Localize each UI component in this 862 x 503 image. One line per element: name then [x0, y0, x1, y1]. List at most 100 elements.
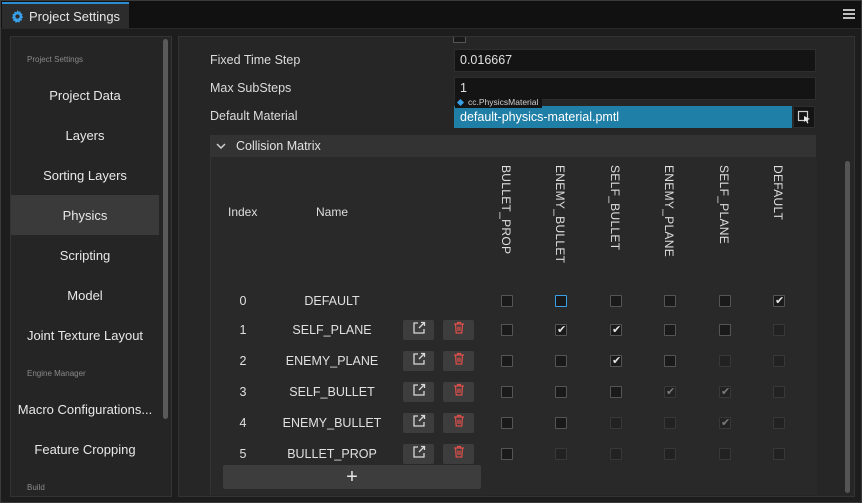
edit-group-button[interactable] [403, 351, 434, 371]
collision-checkbox[interactable] [501, 324, 513, 336]
collision-checkbox [555, 448, 567, 460]
edit-group-button[interactable] [403, 444, 434, 464]
gear-icon [11, 9, 24, 23]
edit-icon [412, 414, 426, 433]
edit-icon [412, 445, 426, 464]
row-index: 2 [239, 354, 247, 368]
fixed-time-step-label: Fixed Time Step [210, 53, 301, 67]
settings-sidebar: Project Settings Project Data Layers Sortin… [10, 36, 172, 497]
add-label: + [346, 466, 358, 488]
collision-matrix-title: Collision Matrix [236, 139, 321, 153]
column-label: BULLET_PROP [499, 165, 513, 255]
sidebar-item-scripting[interactable]: Scripting [11, 235, 159, 275]
collision-checkbox [773, 448, 785, 460]
collision-checkbox[interactable] [664, 355, 676, 367]
row-index: 0 [239, 294, 247, 308]
check-icon: ✔ [721, 386, 731, 398]
check-icon: ✔ [612, 324, 622, 336]
collision-checkbox [610, 417, 622, 429]
sidebar-item-feature-cropping[interactable]: Feature Cropping [11, 429, 159, 469]
asset-picker-icon [797, 110, 810, 124]
collision-checkbox[interactable] [555, 355, 567, 367]
collision-checkbox[interactable] [501, 448, 513, 460]
sidebar-item-model[interactable]: Model [11, 275, 159, 315]
collision-checkbox[interactable] [664, 295, 676, 307]
collision-checkbox [610, 448, 622, 460]
collision-checkbox: ✔ [719, 386, 731, 398]
physics-panel: Fixed Time Step 0.016667 Max SubSteps 1 … [178, 36, 855, 497]
menu-icon[interactable] [843, 9, 855, 19]
collision-checkbox[interactable] [555, 417, 567, 429]
sidebar-heading: Project Settings [27, 55, 84, 64]
row-index: 1 [239, 323, 247, 337]
matrix-column-bullet-prop: BULLET_PROP [499, 157, 519, 287]
edit-group-button[interactable] [403, 320, 434, 340]
project-settings-window: Project Settings Project Settings Project… [0, 0, 862, 503]
column-label: SELF_PLANE [717, 165, 731, 245]
collision-checkbox[interactable] [501, 417, 513, 429]
sidebar-item-project-data[interactable]: Project Data [11, 75, 159, 115]
collision-checkbox [773, 386, 785, 398]
collision-checkbox[interactable]: ✔ [610, 355, 622, 367]
collision-checkbox[interactable]: ✔ [555, 324, 567, 336]
collision-checkbox[interactable] [501, 295, 513, 307]
collision-checkbox[interactable] [719, 295, 731, 307]
matrix-column-enemy-plane: ENEMY_PLANE [662, 157, 682, 287]
edit-group-button[interactable] [403, 413, 434, 433]
collision-checkbox [664, 448, 676, 460]
add-group-button[interactable]: + [223, 465, 481, 489]
collision-checkbox[interactable] [555, 386, 567, 398]
sidebar-item-physics[interactable]: Physics [11, 195, 159, 235]
name-header: Name [316, 205, 349, 219]
row-name: ENEMY_BULLET [282, 416, 382, 430]
tab-title: Project Settings [29, 8, 121, 24]
collision-matrix-header[interactable]: Collision Matrix [210, 135, 816, 157]
delete-group-button[interactable] [443, 351, 474, 371]
sidebar-item-layers[interactable]: Layers [11, 115, 159, 155]
collision-checkbox [773, 355, 785, 367]
collision-checkbox[interactable] [501, 355, 513, 367]
delete-group-button[interactable] [443, 382, 474, 402]
trash-icon [453, 383, 465, 401]
asset-picker-button[interactable] [793, 106, 815, 128]
sidebar-item-sorting-layers[interactable]: Sorting Layers [11, 155, 159, 195]
tab-project-settings[interactable]: Project Settings [2, 2, 129, 28]
delete-group-button[interactable] [443, 413, 474, 433]
collision-checkbox[interactable] [610, 386, 622, 398]
row-index: 3 [239, 385, 247, 399]
delete-group-button[interactable] [443, 320, 474, 340]
sidebar-scrollbar[interactable] [163, 39, 168, 419]
collision-checkbox[interactable] [719, 324, 731, 336]
collision-checkbox [773, 324, 785, 336]
row-name: SELF_PLANE [292, 323, 372, 337]
asset-type-icon [456, 98, 465, 107]
trash-icon [453, 445, 465, 463]
default-material-asset-field[interactable]: default-physics-material.pmtl [454, 106, 792, 128]
default-material-label: Default Material [210, 109, 298, 123]
trash-icon [453, 414, 465, 432]
collision-checkbox[interactable]: ✔ [610, 324, 622, 336]
collision-checkbox[interactable]: ✔ [773, 295, 785, 307]
sidebar-item-joint-texture-layout[interactable]: Joint Texture Layout [11, 315, 159, 355]
collision-checkbox[interactable] [501, 386, 513, 398]
matrix-column-enemy-bullet: ENEMY_BULLET [553, 157, 573, 287]
max-substeps-label: Max SubSteps [210, 81, 292, 95]
edit-icon [412, 321, 426, 340]
delete-group-button[interactable] [443, 444, 474, 464]
collision-checkbox[interactable] [610, 295, 622, 307]
edit-icon [412, 352, 426, 371]
asset-type-badge: cc.PhysicsMaterial [455, 97, 543, 108]
chevron-down-icon [216, 143, 230, 149]
collision-checkbox[interactable] [664, 324, 676, 336]
main-scrollbar[interactable] [845, 161, 850, 493]
edit-group-button[interactable] [403, 382, 434, 402]
sidebar-item-macro-configurations[interactable]: Macro Configurations... [11, 389, 159, 429]
row-name: BULLET_PROP [287, 447, 377, 461]
fixed-time-step-input[interactable]: 0.016667 [454, 49, 816, 72]
row-name: SELF_BULLET [289, 385, 375, 399]
collision-checkbox[interactable] [555, 295, 567, 307]
collision-matrix: Index Name + BULLET_PROP ENEMY_BULLET SELF… [210, 157, 817, 495]
row-index: 4 [239, 416, 247, 430]
collision-checkbox [719, 448, 731, 460]
partial-checkbox[interactable] [453, 37, 466, 43]
